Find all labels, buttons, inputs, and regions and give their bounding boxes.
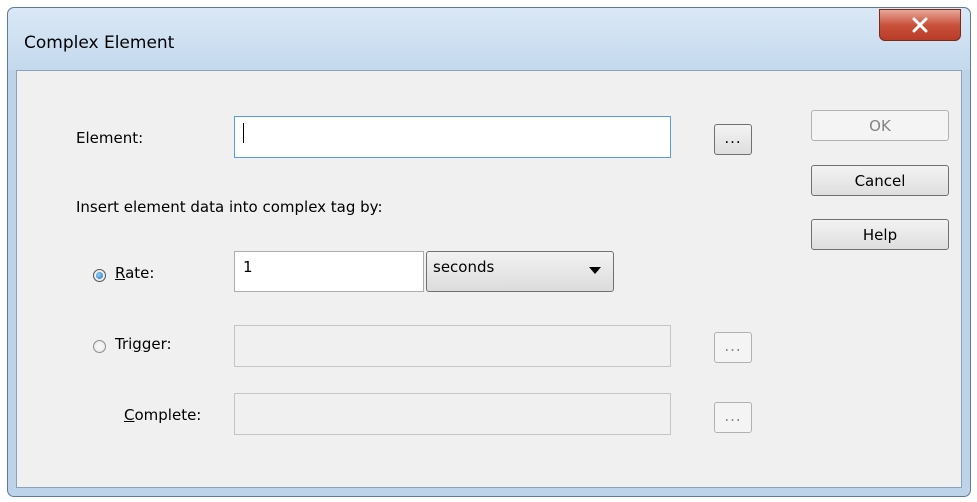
text-caret (243, 123, 244, 143)
complete-label-rest: omplete: (134, 406, 202, 424)
dialog-client-area: Element: ... OK Cancel Help Insert eleme… (16, 70, 962, 488)
window-title: Complex Element (24, 33, 175, 53)
complete-browse-button[interactable]: ... (714, 402, 752, 433)
rate-radio[interactable] (93, 269, 106, 282)
rate-label: Rate: (115, 264, 154, 282)
help-button[interactable]: Help (811, 219, 949, 250)
complete-input[interactable] (234, 393, 671, 435)
rate-unit-value: seconds (433, 258, 495, 276)
chevron-down-icon (589, 267, 601, 274)
trigger-input[interactable] (234, 325, 671, 367)
rate-label-rest: ate: (125, 264, 155, 282)
trigger-radio[interactable] (93, 340, 106, 353)
rate-input[interactable]: 1 (234, 251, 424, 292)
trigger-browse-button[interactable]: ... (714, 332, 752, 363)
element-browse-button[interactable]: ... (714, 124, 752, 155)
rate-label-accel: R (115, 264, 126, 282)
close-button[interactable] (879, 9, 961, 41)
element-label: Element: (76, 129, 144, 147)
title-bar[interactable]: Complex Element (8, 8, 970, 70)
ok-button[interactable]: OK (811, 110, 949, 141)
complete-label: Complete: (124, 406, 201, 424)
dialog-window: Complex Element Element: ... OK Cancel H… (7, 7, 971, 497)
trigger-label-accel: g (132, 335, 142, 353)
element-input[interactable] (234, 116, 671, 158)
rate-unit-select[interactable]: seconds (426, 251, 614, 292)
trigger-label-rest: ger: (141, 335, 172, 353)
close-icon (912, 17, 928, 33)
cancel-button[interactable]: Cancel (811, 165, 949, 196)
insert-mode-label: Insert element data into complex tag by: (76, 198, 383, 216)
complete-label-accel: C (124, 406, 135, 424)
trigger-label: Trigger: (115, 335, 172, 353)
trigger-label-start: Tri (115, 335, 133, 353)
